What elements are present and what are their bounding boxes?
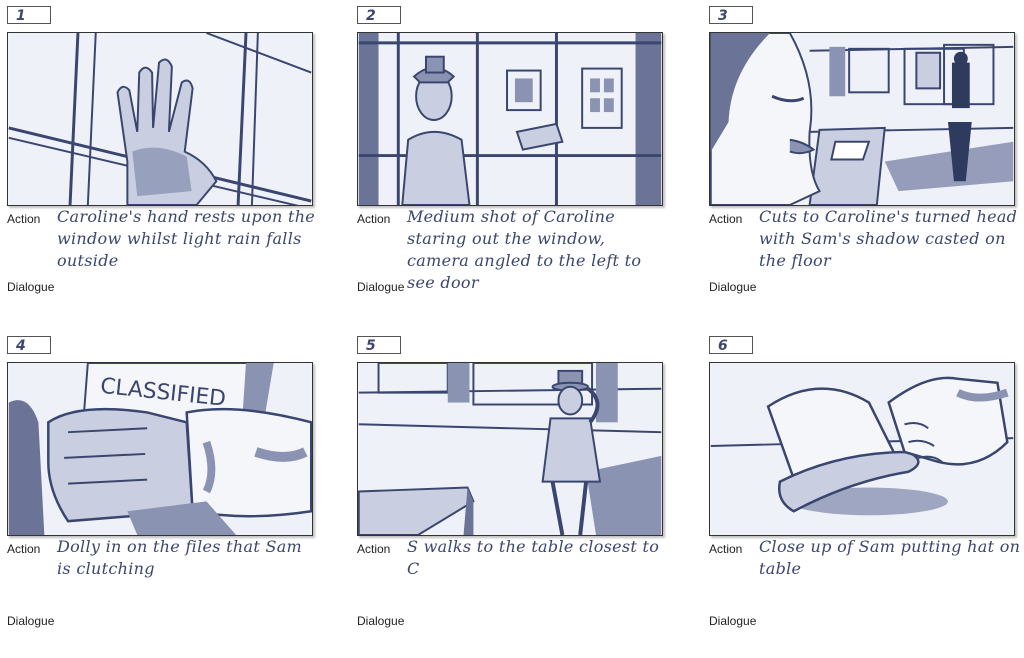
storyboard-panel-4: 4 CLASSIFIED Action Dolly in on the file… bbox=[7, 336, 317, 636]
sketch-sam-walks-to-table bbox=[358, 363, 662, 535]
panel-number: 1 bbox=[7, 6, 51, 24]
dialogue-label: Dialogue bbox=[7, 614, 55, 628]
dialogue-label: Dialogue bbox=[709, 614, 757, 628]
sketch-classified-files: CLASSIFIED bbox=[8, 363, 312, 535]
panel-number: 4 bbox=[7, 336, 51, 354]
action-label: Action bbox=[709, 212, 743, 226]
dialogue-label: Dialogue bbox=[7, 280, 55, 294]
storyboard-panel-5: 5 Action S walks to the table closest to… bbox=[357, 336, 667, 636]
panel-number: 6 bbox=[709, 336, 753, 354]
action-text: Close up of Sam putting hat on table bbox=[759, 537, 1021, 578]
panel-frame bbox=[709, 32, 1015, 206]
panel-number: 5 bbox=[357, 336, 401, 354]
dialogue-label: Dialogue bbox=[709, 280, 757, 294]
action-text: Medium shot of Caroline staring out the … bbox=[407, 207, 642, 292]
panel-frame bbox=[357, 362, 663, 536]
action-text: Dolly in on the files that Sam is clutch… bbox=[57, 537, 303, 578]
action-label: Action bbox=[7, 212, 41, 226]
sketch-turned-head-shadow bbox=[710, 33, 1014, 205]
action-text: Caroline's hand rests upon the window wh… bbox=[57, 207, 316, 270]
dialogue-label: Dialogue bbox=[357, 280, 405, 294]
panel-frame bbox=[709, 362, 1015, 536]
panel-frame bbox=[7, 32, 313, 206]
dialogue-label: Dialogue bbox=[357, 614, 405, 628]
storyboard-panel-2: 2 Action Medium shot of Caroline staring… bbox=[357, 6, 667, 306]
panel-frame bbox=[357, 32, 663, 206]
storyboard-panel-6: 6 Action Close up of Sam putting hat on … bbox=[709, 336, 1021, 636]
panel-number: 3 bbox=[709, 6, 753, 24]
storyboard-panel-3: 3 Action Cuts to Caroline's turned head … bbox=[709, 6, 1019, 306]
action-text: Cuts to Caroline's turned head with Sam'… bbox=[759, 207, 1018, 270]
action-label: Action bbox=[709, 542, 743, 556]
action-label: Action bbox=[357, 212, 391, 226]
sketch-caroline-at-window bbox=[358, 33, 662, 205]
action-label: Action bbox=[357, 542, 391, 556]
panel-frame: CLASSIFIED bbox=[7, 362, 313, 536]
sketch-hand-on-window bbox=[8, 33, 312, 205]
action-label: Action bbox=[7, 542, 41, 556]
action-text: S walks to the table closest to C bbox=[407, 537, 660, 578]
storyboard-panel-1: 1 Action Caroline's hand rests upon the … bbox=[7, 6, 317, 306]
sketch-hat-on-table bbox=[710, 363, 1014, 535]
panel-number: 2 bbox=[357, 6, 401, 24]
